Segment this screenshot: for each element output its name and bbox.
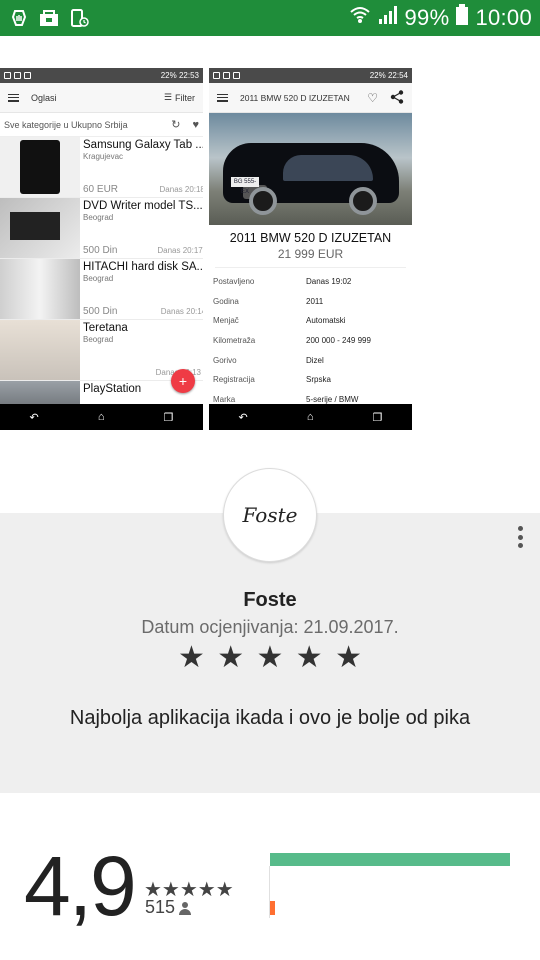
spec-row: Gorivo Dizel bbox=[213, 355, 324, 365]
item-price: 60 EUR bbox=[83, 184, 119, 195]
listing-title: 2011 BMW 520 D IZUZETAN bbox=[229, 231, 392, 245]
refresh-icon: ↻ bbox=[171, 119, 181, 131]
status-bar: 99% 10:00 bbox=[0, 0, 540, 36]
battery-icon bbox=[455, 4, 469, 32]
heart-outline-icon: ♡ bbox=[367, 90, 378, 105]
person-icon bbox=[179, 901, 192, 915]
list-item: HITACHI hard disk SA... Beograd 500 Din … bbox=[0, 259, 203, 320]
filter-icon: ☰ bbox=[163, 92, 172, 102]
avatar-signature: Foste bbox=[242, 503, 298, 527]
rating-count-value: 515 bbox=[145, 897, 176, 917]
rating-bar-1-star bbox=[270, 901, 510, 915]
item-price: 500 Din bbox=[83, 245, 118, 256]
share-icon bbox=[390, 89, 404, 106]
average-rating: 4,9 bbox=[24, 839, 137, 933]
star-icon: ★ bbox=[217, 641, 245, 674]
home-icon: ⌂ bbox=[97, 411, 105, 423]
license-plate: BG 555-EX bbox=[231, 177, 259, 195]
category-bar: Sve kategorije u Ukupno Srbija ↻ ♥ bbox=[0, 113, 203, 137]
star-icon: ★ bbox=[335, 641, 362, 674]
spec-row: Kilometraža 200 000 - 249 999 bbox=[213, 336, 371, 346]
home-icon: ⌂ bbox=[306, 411, 314, 423]
mini-nav-bar: ↶ ⌂ ❐ bbox=[0, 404, 203, 430]
more-dot bbox=[517, 534, 523, 540]
car-photo: BG 555-EX bbox=[209, 113, 412, 225]
signal-icon bbox=[377, 4, 399, 32]
mini-toolbar: Oglasi ☰ Filter bbox=[0, 83, 203, 113]
star-icon: ★ bbox=[295, 641, 323, 674]
mini-status-bar: 22% 22:54 bbox=[209, 68, 412, 83]
spec-table: Postavljeno Danas 19:02 Godina 2011 Menjač… bbox=[209, 272, 412, 409]
mini-status-bar: 22% 22:53 bbox=[0, 68, 203, 83]
mini-nav-bar: ↶ ⌂ ❐ bbox=[209, 404, 412, 430]
category-label: Sve kategorije u Ukupno Srbija bbox=[4, 119, 128, 130]
reviewer-name: Foste bbox=[243, 589, 297, 611]
rating-bar-fill bbox=[270, 901, 275, 915]
more-dot bbox=[517, 543, 523, 548]
recents-icon: ❐ bbox=[372, 411, 383, 424]
list-item: Teretana Beograd Danas 20:13 bbox=[0, 320, 203, 381]
mini-battery: 22% bbox=[369, 71, 386, 80]
star-icon: ★ bbox=[178, 641, 205, 674]
more-dot bbox=[517, 526, 523, 531]
rating-bar-4-star bbox=[270, 866, 510, 880]
list-item: DVD Writer model TS... Beograd 500 Din D… bbox=[0, 198, 203, 259]
item-time: Danas 20:18 bbox=[159, 185, 203, 194]
back-icon: ↶ bbox=[29, 411, 39, 424]
item-image-gym bbox=[0, 320, 80, 380]
item-location: Beograd bbox=[83, 274, 114, 283]
item-image-tablet bbox=[0, 137, 80, 197]
app-screenshot-detail[interactable]: 22% 22:54 2011 BMW 520 D IZUZETAN ♡ BG 5… bbox=[209, 68, 412, 430]
clock: 10:00 bbox=[475, 5, 532, 30]
recents-icon: ❐ bbox=[163, 411, 174, 424]
item-image-dvd bbox=[0, 198, 80, 258]
spec-row: Registracija Srpska bbox=[213, 375, 331, 385]
item-title: HITACHI hard disk SA... bbox=[83, 261, 203, 273]
app-screenshot-listing[interactable]: 22% 22:53 Oglasi ☰ Filter Sve kategorije… bbox=[0, 68, 203, 430]
item-title: Samsung Galaxy Tab ... bbox=[83, 139, 203, 151]
review-date: Datum ocjenjivanja: 21.09.2017. bbox=[141, 617, 399, 637]
review-star-rating: ★ ★ ★ ★ ★ bbox=[178, 641, 362, 675]
store-bag-icon bbox=[38, 7, 60, 29]
spec-row: Menjač Automatski bbox=[213, 316, 346, 326]
heart-icon: ♥ bbox=[192, 118, 199, 131]
rating-bar-5-star bbox=[270, 853, 510, 867]
review-text: Najbolja aplikacija ikada i ovo je bolje… bbox=[69, 707, 471, 729]
spec-row: Godina 2011 bbox=[213, 296, 324, 306]
list-item: Samsung Galaxy Tab ... Kragujevac 60 EUR… bbox=[0, 137, 203, 198]
more-options-button[interactable] bbox=[515, 526, 525, 548]
rating-bar-fill bbox=[270, 853, 510, 867]
toolbar-title: 2011 BMW 520 D IZUZETAN bbox=[240, 92, 350, 103]
spec-row: Postavljeno Danas 19:02 bbox=[213, 277, 352, 287]
menu-icon bbox=[217, 93, 228, 102]
reviewer-avatar[interactable]: Foste bbox=[223, 468, 317, 562]
menu-icon bbox=[8, 93, 19, 102]
wifi-icon bbox=[349, 5, 371, 31]
star-icon: ★ bbox=[256, 641, 284, 674]
item-title: DVD Writer model TS... bbox=[83, 200, 203, 212]
item-price: 500 Din bbox=[83, 306, 118, 317]
add-fab-button: + bbox=[171, 369, 195, 393]
toolbar-title: Oglasi bbox=[31, 92, 57, 103]
mini-time: 22:53 bbox=[178, 71, 199, 80]
item-title: Teretana bbox=[83, 322, 128, 334]
item-image-harddisk bbox=[0, 259, 80, 319]
mini-time: 22:54 bbox=[387, 71, 408, 80]
mini-toolbar: 2011 BMW 520 D IZUZETAN ♡ bbox=[209, 83, 412, 113]
battery-percent: 99% bbox=[404, 5, 450, 30]
back-icon: ↶ bbox=[238, 411, 248, 424]
item-location: Beograd bbox=[83, 213, 114, 222]
item-time: Danas 20:14 bbox=[160, 307, 203, 316]
rating-bar-3-star bbox=[270, 879, 510, 893]
item-time: Danas 20:17 bbox=[157, 246, 203, 255]
vpn-hand-icon bbox=[8, 7, 30, 29]
mini-battery: 22% bbox=[160, 71, 177, 80]
item-location: Beograd bbox=[83, 335, 114, 344]
listing-price: 21 999 EUR bbox=[215, 247, 406, 268]
rating-count: 515 bbox=[145, 897, 192, 918]
item-location: Kragujevac bbox=[83, 152, 124, 161]
filter-label: Filter bbox=[175, 92, 195, 103]
device-icon bbox=[68, 7, 90, 29]
